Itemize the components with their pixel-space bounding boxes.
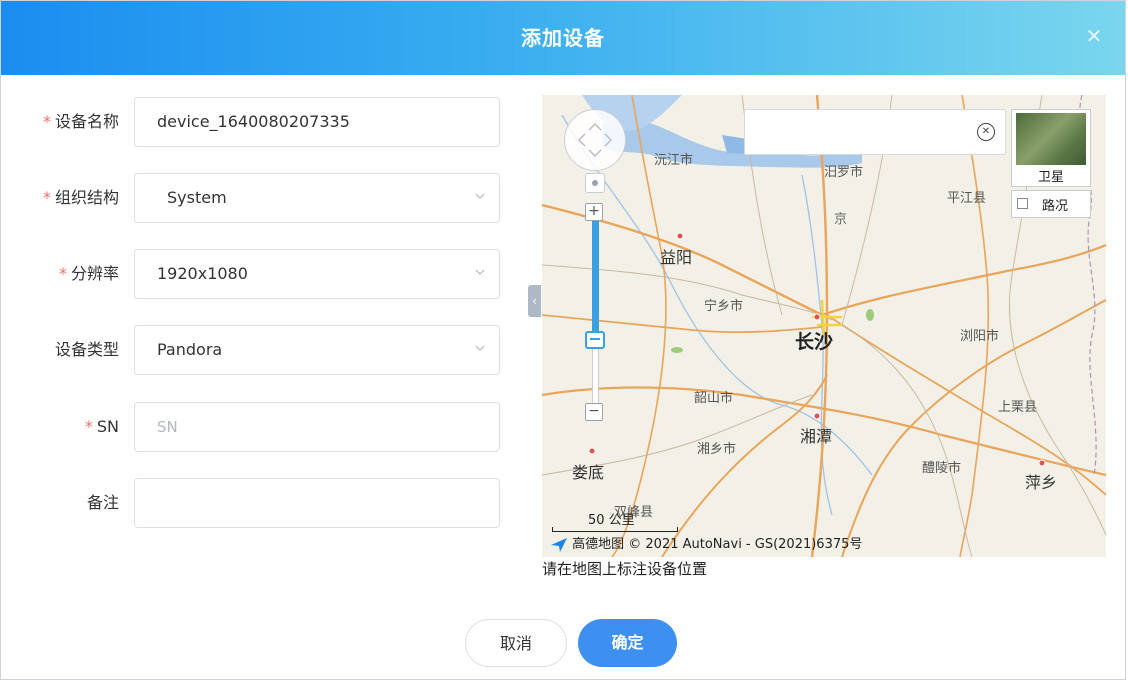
amap-logo-icon [551, 537, 567, 552]
city-label: 韶山市 [694, 391, 734, 406]
chevron-down-icon [475, 193, 485, 199]
remark-label: 备注 [86, 493, 119, 512]
city-label: 浏阳市 [960, 329, 1000, 344]
organization-label: * 组织结构 [42, 188, 119, 207]
scale-label: 50 公里 [588, 513, 635, 528]
satellite-label: 卫星 [1037, 170, 1064, 185]
pan-control[interactable] [564, 109, 626, 171]
road-label: 京 [834, 212, 847, 227]
chevron-down-icon [475, 269, 485, 275]
map-view[interactable]: 京 沅江市 汨罗市 平江县 益阳 宁乡市 长沙 浏阳市 韶山市 湘潭 湘乡市 上… [542, 95, 1106, 557]
zoom-out-button[interactable]: − [585, 403, 603, 421]
city-label: 湘潭 [800, 427, 833, 446]
sn-input[interactable]: SN [134, 402, 500, 452]
sn-label: * SN [84, 417, 119, 436]
form-row-device-type: 设备类型 Pandora [1, 325, 501, 375]
map-search-input[interactable]: ✕ [744, 109, 1006, 155]
satellite-toggle[interactable]: 卫星 [1011, 109, 1091, 187]
traffic-toggle[interactable]: 路况 [1011, 190, 1091, 218]
required-mark: * [84, 417, 93, 436]
required-mark: * [42, 188, 51, 207]
resolution-label: * 分辨率 [58, 264, 119, 283]
map-caption: 请在地图上标注设备位置 [542, 560, 708, 578]
collapse-panel-tab[interactable]: ‹ [528, 285, 541, 317]
traffic-checkbox[interactable] [1017, 198, 1028, 209]
pan-arrows-icon [577, 122, 613, 158]
zoom-level-fill [592, 221, 599, 339]
add-device-dialog: 添加设备 ✕ * 设备名称 device_1640080207335 * 组织结构 … [0, 0, 1126, 680]
city-label: 湘乡市 [697, 442, 737, 457]
satellite-thumbnail [1016, 113, 1086, 165]
confirm-button[interactable]: 确定 [578, 619, 677, 667]
locate-icon [592, 180, 598, 186]
map-attribution: 高德地图 © 2021 AutoNavi - GS(2021)6375号 [550, 533, 862, 553]
dialog-title: 添加设备 [521, 26, 605, 50]
city-label: 平江县 [947, 191, 987, 206]
scale-bar [552, 527, 678, 532]
device-name-label: * 设备名称 [42, 112, 119, 131]
resolution-select[interactable]: 1920x1080 [134, 249, 500, 299]
zoom-in-button[interactable]: + [585, 203, 603, 221]
form-row-sn: * SN SN [1, 402, 501, 452]
required-mark: * [42, 112, 51, 131]
traffic-label: 路况 [1042, 199, 1069, 214]
city-label: 上栗县 [998, 400, 1038, 415]
device-name-input[interactable]: device_1640080207335 [134, 97, 500, 147]
cancel-button[interactable]: 取消 [465, 619, 567, 667]
remark-input[interactable] [134, 478, 500, 528]
dialog-header: 添加设备 ✕ [1, 1, 1125, 75]
city-label: 醴陵市 [922, 461, 962, 476]
clear-icon[interactable]: ✕ [977, 123, 995, 141]
close-icon[interactable]: ✕ [1083, 25, 1105, 47]
zoom-handle[interactable] [585, 331, 605, 349]
form-row-organization: * 组织结构 System [1, 173, 501, 223]
city-label: 萍乡 [1025, 473, 1058, 492]
organization-select[interactable]: System [134, 173, 500, 223]
city-label: 汨罗市 [824, 165, 864, 180]
form-row-resolution: * 分辨率 1920x1080 [1, 249, 501, 299]
device-type-select[interactable]: Pandora [134, 325, 500, 375]
form-row-remark: 备注 [1, 478, 501, 528]
city-label: 长沙 [795, 331, 834, 353]
city-label: 沅江市 [654, 153, 694, 168]
city-label: 娄底 [572, 463, 605, 482]
locate-button[interactable] [585, 173, 605, 193]
city-label: 宁乡市 [704, 299, 744, 314]
city-label: 益阳 [660, 248, 693, 267]
zoom-slider[interactable]: + − [585, 203, 605, 423]
form-row-device-name: * 设备名称 device_1640080207335 [1, 97, 501, 147]
required-mark: * [58, 264, 67, 283]
device-type-label: 设备类型 [54, 340, 119, 359]
chevron-down-icon [475, 345, 485, 351]
